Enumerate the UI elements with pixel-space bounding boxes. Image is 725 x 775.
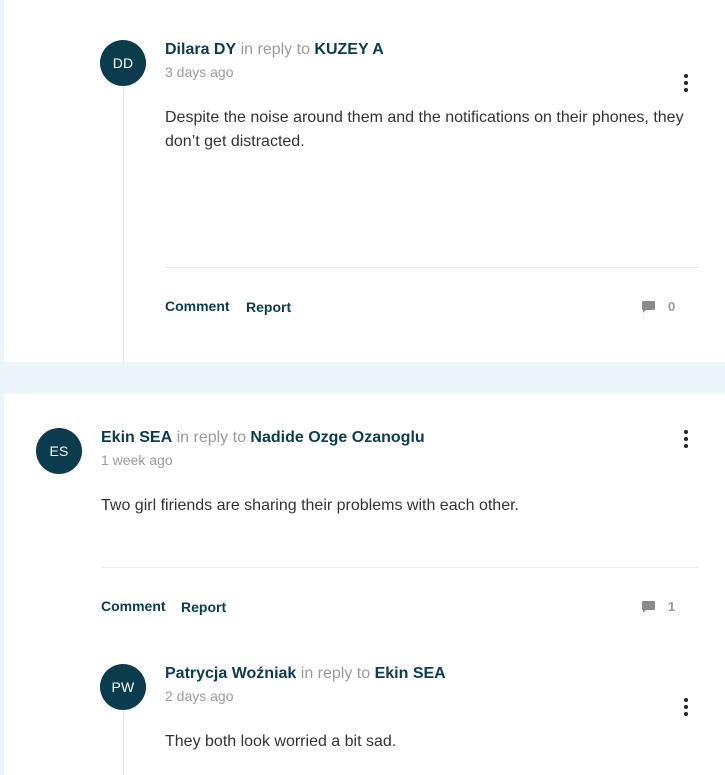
comment-header: Ekin SEA in reply to Nadide Ozge Ozanogl… [101,429,425,447]
divider [165,267,699,268]
timestamp: 2 days ago [165,688,234,704]
comment-card-ekin: ES Ekin SEA in reply to Nadide Ozge Ozan… [4,394,725,775]
author-name[interactable]: Patrycja Woźniak [165,665,296,682]
reply-prefix: in reply to [240,41,310,58]
avatar[interactable]: PW [100,664,146,710]
more-vertical-icon[interactable] [679,696,693,718]
comment-bubble-icon [642,600,655,613]
avatar-initials: DD [112,55,134,71]
comment-button[interactable]: Comment [101,598,166,614]
timestamp: 1 week ago [101,452,173,468]
comment-card-dilara: DD Dilara DY in reply to KUZEY A 3 days … [4,0,725,362]
comment-header: Dilara DY in reply to KUZEY A [165,41,384,59]
reply-target[interactable]: KUZEY A [314,41,383,58]
comment-button[interactable]: Comment [165,298,230,314]
reply-prefix: in reply to [300,665,371,682]
divider [101,567,699,568]
avatar[interactable]: DD [100,40,146,86]
reply-count[interactable]: 0 [642,299,675,314]
reply-target[interactable]: Ekin SEA [375,665,446,682]
author-name[interactable]: Ekin SEA [101,429,172,446]
comment-bubble-icon [642,300,655,313]
timestamp: 3 days ago [165,64,234,80]
thread-line [123,708,124,775]
thread-line [123,84,124,362]
report-button[interactable]: Report [181,599,226,615]
reply-count[interactable]: 1 [642,599,675,614]
more-vertical-icon[interactable] [679,428,693,450]
comment-header: Patrycja Woźniak in reply to Ekin SEA [165,665,446,683]
comment-body: Two girl firiends are sharing their prob… [101,497,519,514]
comment-body: They both look worried a bit sad. [165,733,397,750]
avatar-initials: PW [111,679,135,695]
author-name[interactable]: Dilara DY [165,41,236,58]
avatar-initials: ES [49,443,69,459]
reply-target[interactable]: Nadide Ozge Ozanoglu [250,429,424,446]
avatar[interactable]: ES [36,428,82,474]
more-vertical-icon[interactable] [679,72,693,94]
reply-count-value: 1 [668,599,676,614]
report-button[interactable]: Report [246,299,291,315]
reply-prefix: in reply to [176,429,246,446]
comment-body: Despite the noise around them and the no… [165,109,684,150]
reply-count-value: 0 [668,299,676,314]
